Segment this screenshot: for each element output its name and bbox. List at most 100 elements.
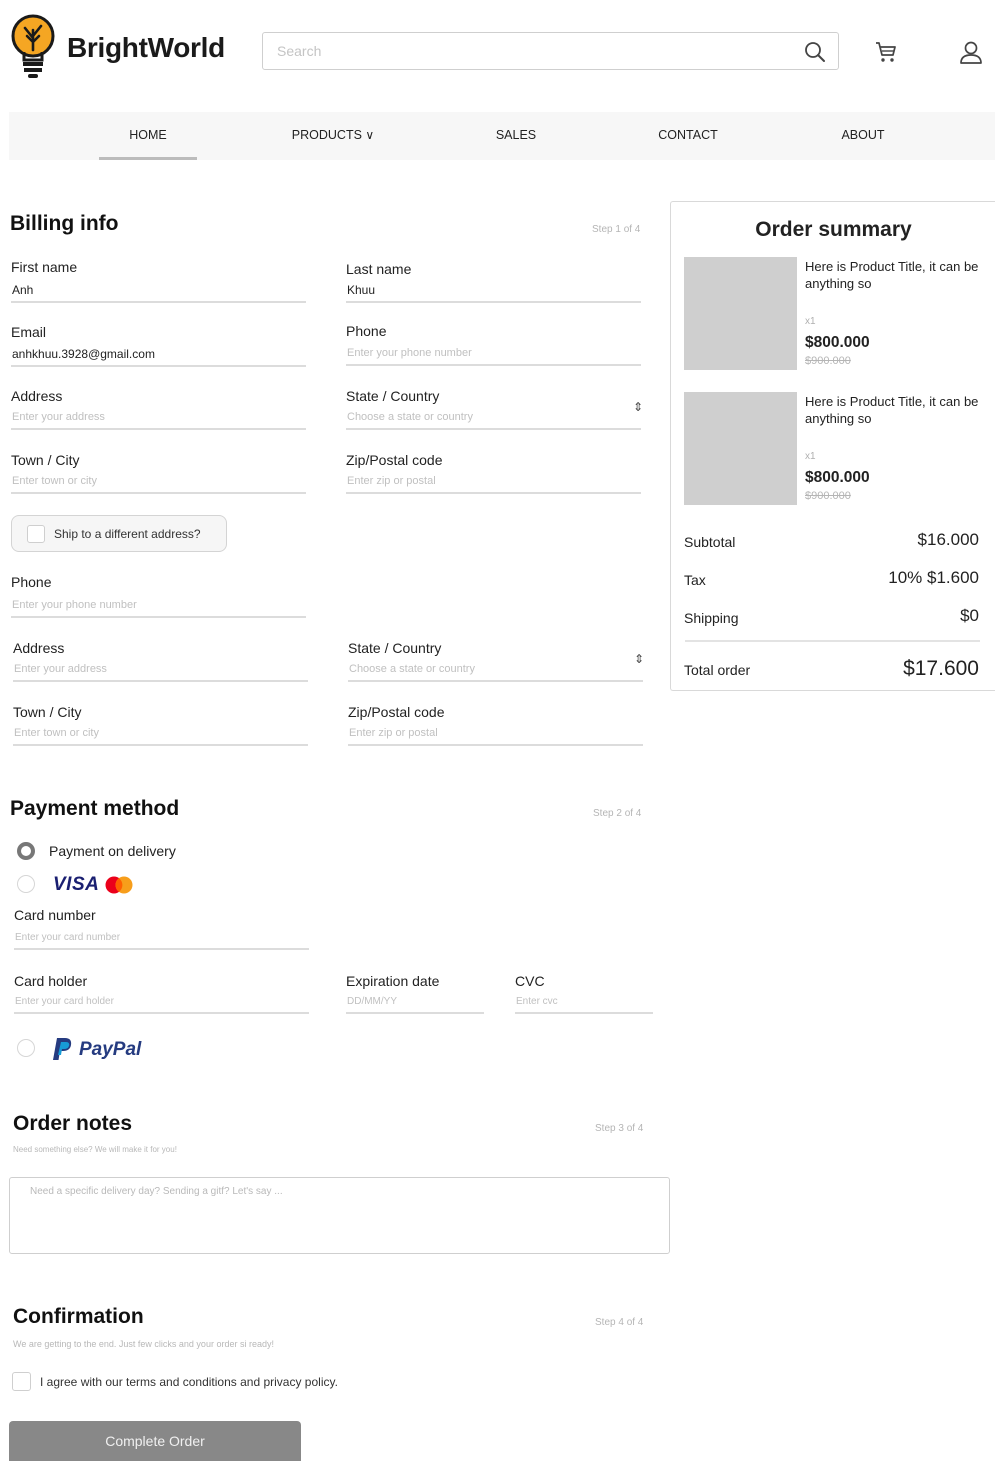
state-select[interactable] (346, 406, 641, 430)
confirmation-title: Confirmation (13, 1305, 144, 1328)
ship-address-field[interactable] (13, 658, 308, 682)
payment-step: Step 2 of 4 (593, 808, 642, 819)
ship-different-label: Ship to a different address? (54, 527, 201, 541)
card-holder-label: Card holder (14, 973, 88, 989)
tax-label: Tax (684, 572, 706, 588)
card-number-field[interactable] (14, 926, 309, 950)
confirmation-step: Step 4 of 4 (595, 1317, 644, 1328)
product-title[interactable]: Here is Product Title, it can be anythin… (805, 393, 993, 427)
order-summary-panel: Order summary Here is Product Title, it … (670, 201, 995, 691)
product-price: $800.000 (805, 334, 870, 351)
select-arrows-icon[interactable]: ⇕ (633, 400, 643, 414)
payment-delivery-radio[interactable] (17, 842, 35, 860)
paypal-icon (53, 1038, 72, 1060)
cvc-label: CVC (515, 973, 545, 989)
ship-address-label: Address (13, 640, 65, 656)
ship-town-field[interactable] (13, 722, 308, 746)
select-arrows-icon[interactable]: ⇕ (634, 652, 644, 666)
product-qty: x1 (805, 316, 816, 327)
zip-field[interactable] (346, 470, 641, 494)
notes-title: Order notes (13, 1112, 133, 1135)
ship-town-label: Town / City (13, 704, 82, 720)
ship-zip-label: Zip/Postal code (348, 704, 445, 720)
product-qty: x1 (805, 451, 816, 462)
agree-label: I agree with our terms and conditions an… (40, 1375, 338, 1389)
nav-contact[interactable]: CONTACT (647, 112, 729, 160)
email-field[interactable] (11, 343, 306, 367)
address-field[interactable] (11, 406, 306, 430)
ship-different-toggle[interactable]: Ship to a different address? (11, 515, 227, 552)
first-name-label: First name (11, 259, 78, 275)
payment-delivery-label: Payment on delivery (49, 843, 176, 859)
product-old-price: $900.000 (805, 355, 851, 367)
nav-about[interactable]: ABOUT (827, 112, 899, 160)
zip-label: Zip/Postal code (346, 452, 443, 468)
product-image[interactable] (684, 257, 797, 370)
nav-sales[interactable]: SALES (481, 112, 551, 160)
product-old-price: $900.000 (805, 490, 851, 502)
complete-order-button[interactable]: Complete Order (9, 1421, 301, 1461)
payment-card-radio[interactable] (17, 875, 35, 893)
product-price: $800.000 (805, 469, 870, 486)
cart-icon[interactable] (874, 40, 898, 64)
confirmation-subtitle: We are getting to the end. Just few clic… (13, 1339, 274, 1349)
ship-state-select[interactable] (348, 658, 643, 682)
brand-name[interactable]: BrightWorld (67, 32, 225, 64)
nav-sales-label: SALES (495, 128, 537, 142)
ship-different-checkbox[interactable] (27, 525, 45, 543)
nav-home-label: HOME (129, 128, 167, 142)
ship-phone-field[interactable] (11, 594, 306, 618)
card-holder-field[interactable] (14, 990, 309, 1014)
expiration-label: Expiration date (346, 973, 440, 989)
nav-products-label: PRODUCTS (291, 128, 362, 142)
chevron-down-icon: ∨ (365, 128, 375, 142)
email-label: Email (11, 324, 47, 340)
address-label: Address (11, 388, 63, 404)
nav-home[interactable]: HOME (99, 112, 197, 160)
notes-subtitle: Need something else? We will make it for… (13, 1145, 177, 1154)
search-icon[interactable] (804, 41, 826, 63)
product-image[interactable] (684, 392, 797, 505)
shipping-label: Shipping (684, 610, 739, 626)
notes-textarea[interactable] (9, 1177, 670, 1254)
payment-title: Payment method (10, 797, 180, 820)
ship-phone-label: Phone (11, 574, 52, 590)
notes-step: Step 3 of 4 (595, 1123, 644, 1134)
last-name-field[interactable] (346, 279, 641, 303)
mastercard-icon (105, 876, 133, 894)
nav-about-label: ABOUT (841, 128, 885, 142)
billing-step: Step 1 of 4 (592, 224, 641, 235)
expiration-field[interactable] (346, 990, 484, 1014)
total-value: $17.600 (903, 657, 979, 680)
phone-field[interactable] (346, 342, 641, 366)
subtotal-label: Subtotal (684, 534, 736, 550)
total-label: Total order (684, 662, 751, 678)
state-label: State / Country (346, 388, 440, 404)
first-name-field[interactable] (11, 279, 306, 303)
ship-state-label: State / Country (348, 640, 442, 656)
user-icon[interactable] (958, 40, 984, 66)
paypal-logo: PayPal (79, 1039, 142, 1060)
summary-title: Order summary (755, 218, 912, 241)
tax-value: 10% $1.600 (888, 568, 979, 587)
search-bar (262, 32, 839, 70)
visa-logo: VISA (53, 874, 100, 895)
main-nav: HOME PRODUCTS ∨ SALES CONTACT ABOUT (9, 112, 995, 160)
cvc-field[interactable] (515, 990, 653, 1014)
last-name-label: Last name (346, 261, 412, 277)
billing-title: Billing info (10, 212, 119, 235)
town-field[interactable] (11, 470, 306, 494)
payment-paypal-radio[interactable] (17, 1039, 35, 1057)
phone-label: Phone (346, 323, 387, 339)
subtotal-value: $16.000 (917, 530, 979, 549)
agree-checkbox[interactable] (12, 1372, 31, 1391)
lightbulb-logo-icon[interactable] (10, 14, 56, 80)
shipping-value: $0 (960, 606, 979, 625)
nav-products[interactable]: PRODUCTS ∨ (277, 112, 389, 160)
nav-contact-label: CONTACT (658, 128, 718, 142)
summary-divider (685, 640, 980, 642)
card-number-label: Card number (14, 907, 96, 923)
product-title[interactable]: Here is Product Title, it can be anythin… (805, 258, 980, 292)
search-input[interactable] (263, 33, 783, 69)
ship-zip-field[interactable] (348, 722, 643, 746)
